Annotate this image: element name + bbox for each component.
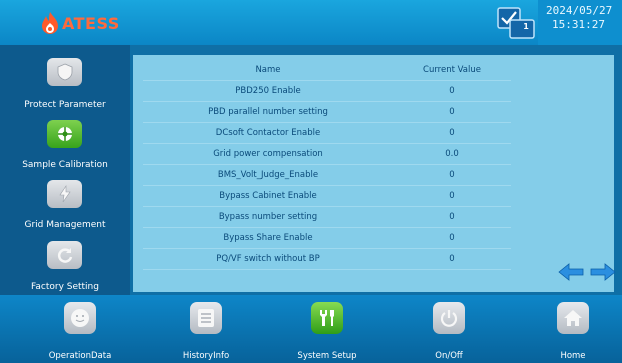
sidebar-button[interactable] bbox=[47, 180, 82, 208]
home-icon bbox=[564, 310, 582, 326]
sidebar-button[interactable] bbox=[47, 120, 82, 148]
nav-label: OperationData bbox=[48, 351, 112, 361]
column-header-current-value: Current Value bbox=[393, 60, 511, 81]
nav-label: Home bbox=[560, 351, 586, 361]
table-row[interactable]: PQ/VF switch without BP 0 bbox=[143, 248, 511, 270]
tools-icon bbox=[320, 310, 334, 326]
parameter-value[interactable]: 0 bbox=[393, 185, 511, 207]
parameter-value[interactable]: 0 bbox=[393, 122, 511, 144]
parameter-name: BMS_Volt_Judge_Enable bbox=[143, 164, 393, 186]
sidebar-item-protect-parameter[interactable]: Protect Parameter bbox=[0, 55, 130, 117]
logo-text: ATESS bbox=[62, 13, 120, 33]
nav-history-info[interactable]: HistoryInfo bbox=[146, 295, 266, 363]
sidebar-item-label: Factory Setting bbox=[31, 282, 99, 292]
table-row[interactable]: PBD parallel number setting 0 bbox=[143, 101, 511, 123]
refresh-icon bbox=[57, 248, 72, 263]
parameter-name: Bypass number setting bbox=[143, 206, 393, 228]
parameter-name: Grid power compensation bbox=[143, 143, 393, 165]
sidebar-item-factory-setting[interactable]: Factory Setting bbox=[0, 238, 130, 300]
arrow-right-icon[interactable] bbox=[590, 262, 616, 282]
parameter-value[interactable]: 0 bbox=[393, 206, 511, 228]
lightning-icon bbox=[58, 185, 71, 203]
sidebar-item-label: Sample Calibration bbox=[22, 160, 108, 170]
sidebar-item-label: Protect Parameter bbox=[24, 100, 106, 110]
parameter-name: Bypass Cabinet Enable bbox=[143, 185, 393, 207]
shield-icon bbox=[57, 63, 72, 81]
date-text: 2024/05/27 bbox=[546, 4, 613, 17]
list-icon bbox=[198, 309, 214, 327]
nav-button[interactable] bbox=[190, 302, 222, 334]
bottom-nav: OperationData HistoryInfo System Setup O… bbox=[0, 295, 622, 363]
face-icon bbox=[71, 309, 89, 327]
column-header-name: Name bbox=[143, 60, 393, 81]
parameter-value[interactable]: 0 bbox=[393, 164, 511, 186]
table-row[interactable]: Grid power compensation 0.0 bbox=[143, 143, 511, 165]
sidebar-button[interactable] bbox=[47, 241, 82, 269]
parameter-name: PQ/VF switch without BP bbox=[143, 248, 393, 270]
time-text: 15:31:27 bbox=[552, 18, 605, 31]
nav-label: On/Off bbox=[435, 351, 463, 361]
nav-on-off[interactable]: On/Off bbox=[389, 295, 509, 363]
sidebar: Protect Parameter Sample Calibration Gri… bbox=[0, 45, 130, 295]
parameter-value[interactable]: 0 bbox=[393, 248, 511, 270]
table-row[interactable]: BMS_Volt_Judge_Enable 0 bbox=[143, 164, 511, 186]
page-arrows bbox=[558, 262, 616, 282]
nav-system-setup[interactable]: System Setup bbox=[267, 295, 387, 363]
flame-icon bbox=[42, 12, 58, 34]
table-row[interactable]: Bypass Cabinet Enable 0 bbox=[143, 185, 511, 207]
logo: ATESS bbox=[40, 8, 120, 38]
sidebar-item-label: Grid Management bbox=[24, 220, 106, 230]
nav-button[interactable] bbox=[433, 302, 465, 334]
parameter-name: PBD parallel number setting bbox=[143, 101, 393, 123]
messages-button[interactable]: 1 bbox=[496, 6, 538, 40]
parameter-value[interactable]: 0 bbox=[393, 80, 511, 102]
table-row[interactable]: Bypass Share Enable 0 bbox=[143, 227, 511, 249]
nav-operation-data[interactable]: OperationData bbox=[20, 295, 140, 363]
sidebar-item-grid-management[interactable]: Grid Management bbox=[0, 177, 130, 239]
power-icon bbox=[440, 310, 458, 327]
top-bar: ATESS 1 2024/05/27 15:31:27 bbox=[0, 0, 622, 45]
table-header-row: Name Current Value bbox=[143, 60, 511, 81]
parameter-panel: Name Current Value PBD250 Enable 0 PBD pa… bbox=[133, 55, 614, 292]
table-row[interactable]: PBD250 Enable 0 bbox=[143, 80, 511, 102]
sidebar-button[interactable] bbox=[47, 58, 82, 86]
message-count: 1 bbox=[523, 22, 529, 31]
nav-label: HistoryInfo bbox=[182, 351, 230, 361]
parameter-table: Name Current Value PBD250 Enable 0 PBD pa… bbox=[143, 60, 511, 270]
parameter-value[interactable]: 0.0 bbox=[393, 143, 511, 165]
table-row[interactable]: DCsoft Contactor Enable 0 bbox=[143, 122, 511, 144]
parameter-name: Bypass Share Enable bbox=[143, 227, 393, 249]
sidebar-item-sample-calibration[interactable]: Sample Calibration bbox=[0, 117, 130, 179]
nav-home[interactable]: Home bbox=[513, 295, 622, 363]
nav-button[interactable] bbox=[311, 302, 343, 334]
parameter-value[interactable]: 0 bbox=[393, 101, 511, 123]
parameter-name: PBD250 Enable bbox=[143, 80, 393, 102]
parameter-value[interactable]: 0 bbox=[393, 227, 511, 249]
parameter-name: DCsoft Contactor Enable bbox=[143, 122, 393, 144]
arrow-left-icon[interactable] bbox=[558, 262, 584, 282]
nav-button[interactable] bbox=[64, 302, 96, 334]
nav-button[interactable] bbox=[557, 302, 589, 334]
nav-label: System Setup bbox=[297, 351, 357, 361]
table-row[interactable]: Bypass number setting 0 bbox=[143, 206, 511, 228]
target-icon bbox=[57, 127, 72, 141]
datetime-display: 2024/05/27 15:31:27 bbox=[538, 0, 622, 45]
